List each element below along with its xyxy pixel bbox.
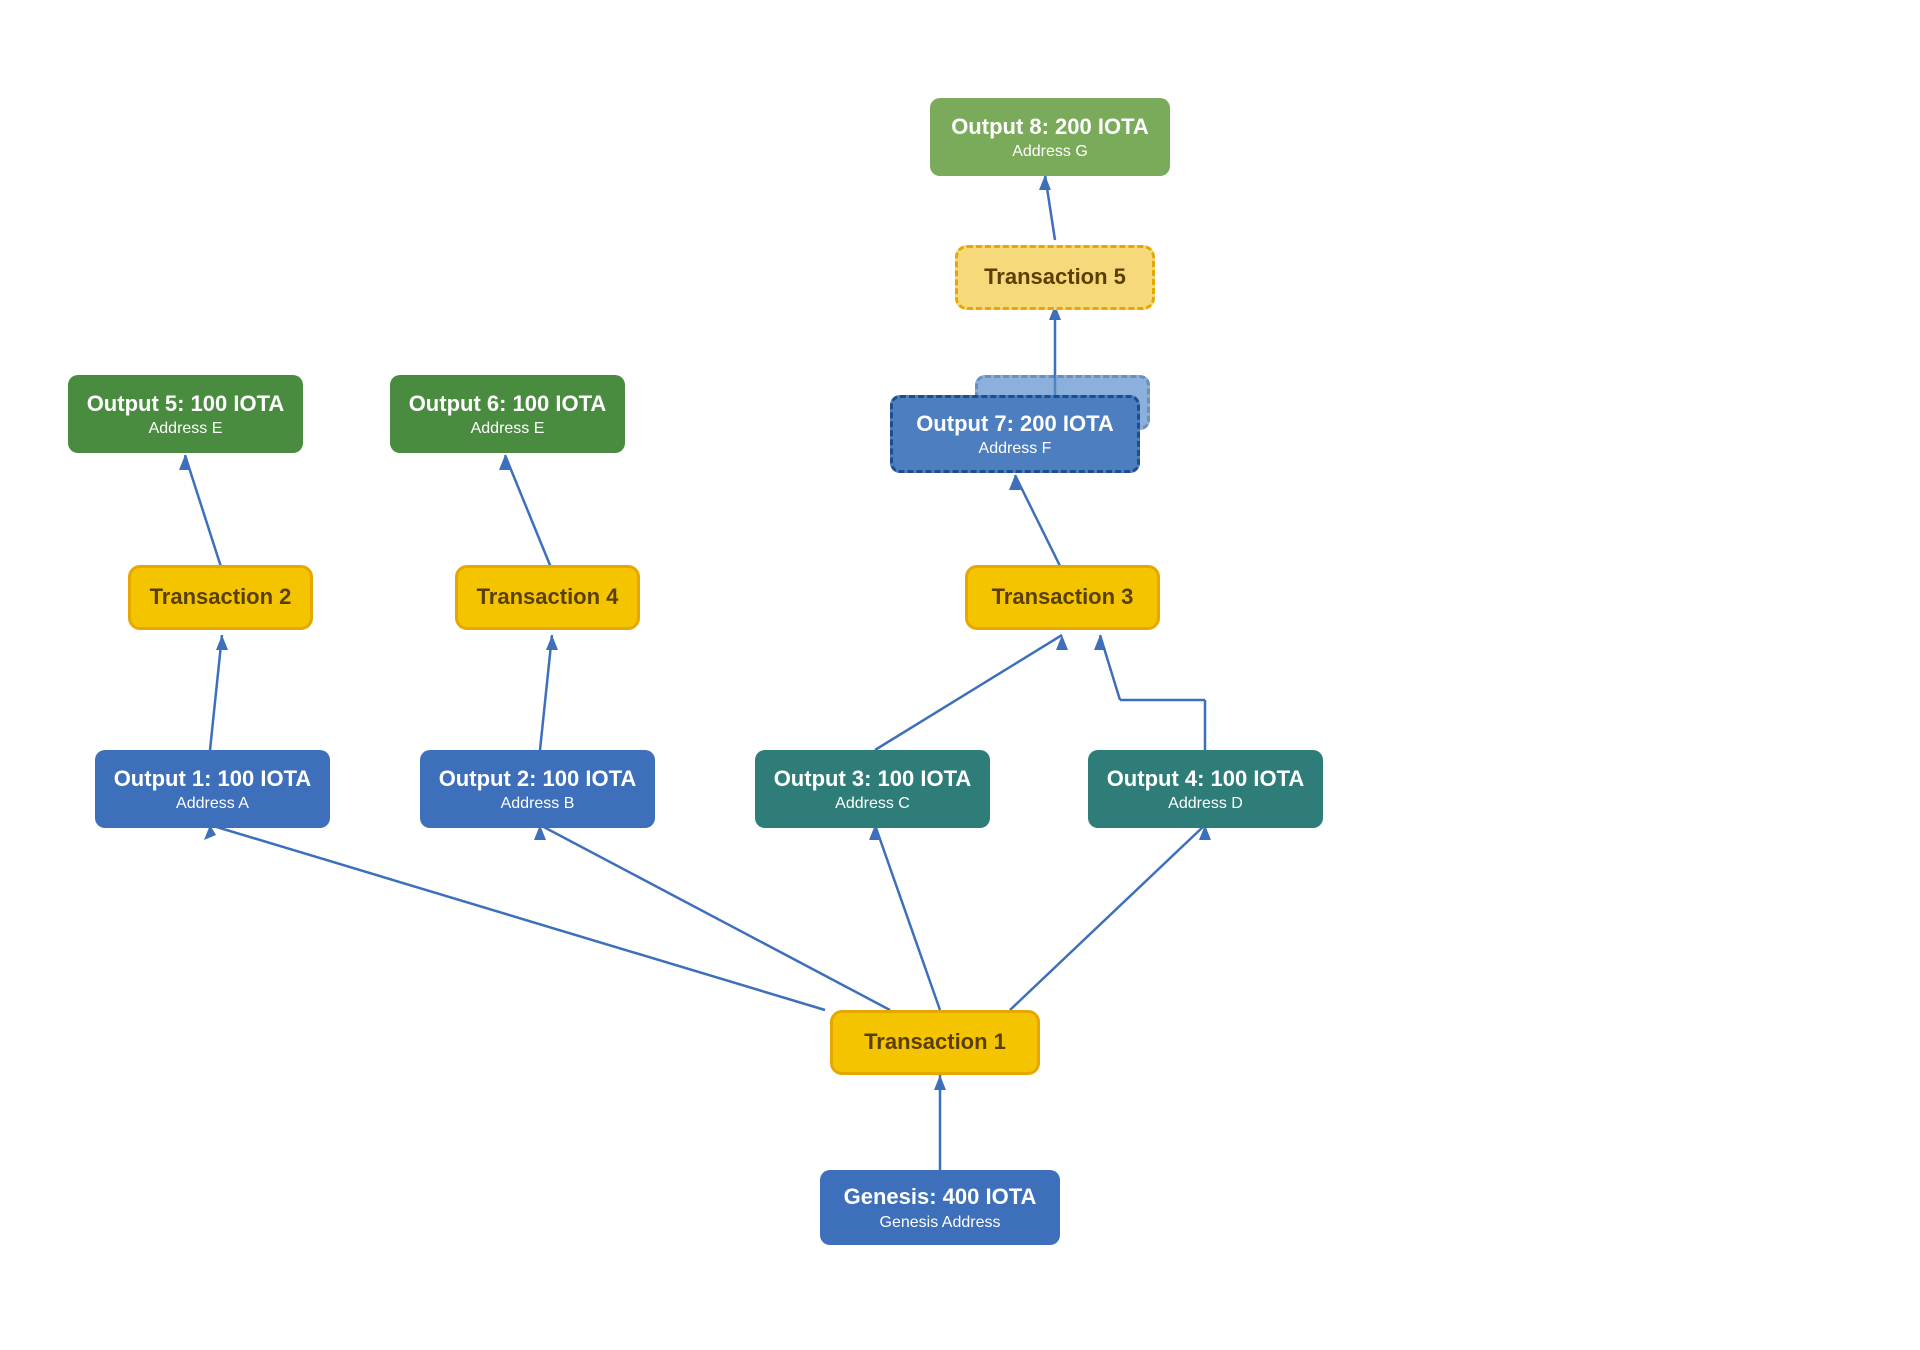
tx1-node: Transaction 1 [830, 1010, 1040, 1075]
tx1-label: Transaction 1 [864, 1028, 1006, 1057]
out1-node: Output 1: 100 IOTA Address A [95, 750, 330, 828]
genesis-label: Genesis: 400 IOTA [844, 1183, 1037, 1212]
tx5-node: Transaction 5 [955, 245, 1155, 310]
out3-sublabel: Address C [835, 795, 910, 813]
out7-node: Output 7: 200 IOTA Address F [890, 395, 1140, 473]
genesis-node: Genesis: 400 IOTA Genesis Address [820, 1170, 1060, 1245]
out7-sublabel: Address F [979, 440, 1052, 458]
out8-label: Output 8: 200 IOTA [951, 113, 1149, 142]
out3-node: Output 3: 100 IOTA Address C [755, 750, 990, 828]
tx3-node: Transaction 3 [965, 565, 1160, 630]
out6-node: Output 6: 100 IOTA Address E [390, 375, 625, 453]
out6-label: Output 6: 100 IOTA [409, 390, 607, 419]
tx2-label: Transaction 2 [150, 583, 292, 612]
out5-label: Output 5: 100 IOTA [87, 390, 285, 419]
out8-sublabel: Address G [1012, 143, 1088, 161]
diagram: Genesis: 400 IOTA Genesis Address Transa… [0, 0, 1920, 1350]
out2-label: Output 2: 100 IOTA [439, 765, 637, 794]
out2-node: Output 2: 100 IOTA Address B [420, 750, 655, 828]
tx3-label: Transaction 3 [992, 583, 1134, 612]
out8-node: Output 8: 200 IOTA Address G [930, 98, 1170, 176]
out4-label: Output 4: 100 IOTA [1107, 765, 1305, 794]
out5-sublabel: Address E [149, 420, 223, 438]
tx4-node: Transaction 4 [455, 565, 640, 630]
out1-sublabel: Address A [176, 795, 249, 813]
tx4-label: Transaction 4 [477, 583, 619, 612]
tx2-node: Transaction 2 [128, 565, 313, 630]
out6-sublabel: Address E [471, 420, 545, 438]
out4-node: Output 4: 100 IOTA Address D [1088, 750, 1323, 828]
genesis-sublabel: Genesis Address [880, 1214, 1001, 1232]
tx5-label: Transaction 5 [984, 263, 1126, 292]
out1-label: Output 1: 100 IOTA [114, 765, 312, 794]
out4-sublabel: Address D [1168, 795, 1243, 813]
out7-label: Output 7: 200 IOTA [916, 410, 1114, 439]
out5-node: Output 5: 100 IOTA Address E [68, 375, 303, 453]
out2-sublabel: Address B [501, 795, 575, 813]
out3-label: Output 3: 100 IOTA [774, 765, 972, 794]
arrows-layer [0, 0, 1920, 1350]
